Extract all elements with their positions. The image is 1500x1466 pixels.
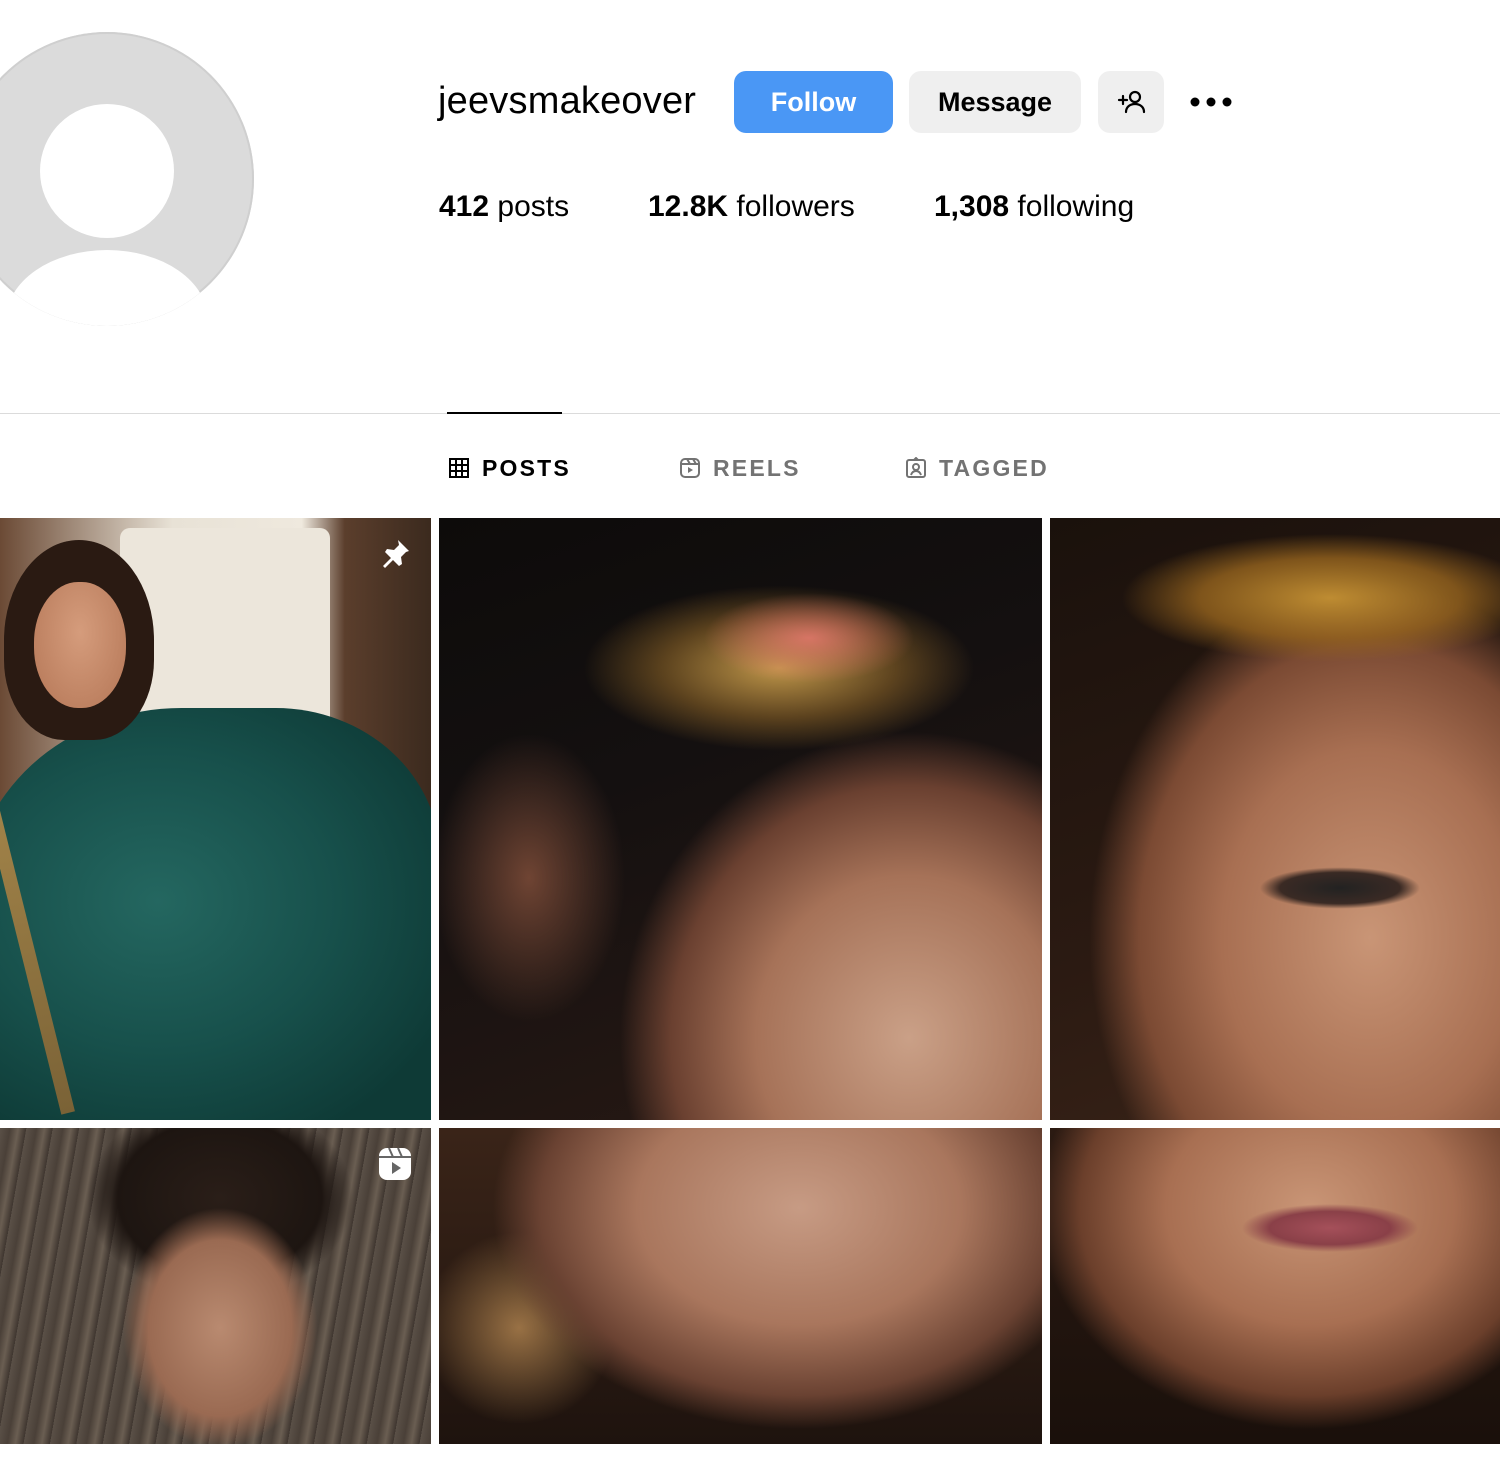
post-tile[interactable] — [439, 1128, 1042, 1444]
grid-icon — [449, 458, 469, 478]
tabs-divider — [0, 413, 1500, 414]
tab-posts[interactable]: POSTS — [448, 452, 571, 484]
following-count: 1,308 — [934, 190, 1010, 223]
photo-saree — [0, 708, 431, 1120]
avatar-head-shape — [40, 104, 174, 238]
tab-reels-label: REELS — [713, 454, 801, 481]
add-person-icon — [1117, 90, 1146, 114]
posts-label: posts — [497, 190, 570, 223]
post-tile[interactable] — [439, 518, 1042, 1120]
posts-stat: 412 posts — [439, 190, 569, 224]
photo-face — [34, 582, 126, 708]
pin-icon — [383, 540, 409, 568]
tagged-icon — [906, 457, 926, 478]
profile-avatar[interactable] — [0, 32, 254, 326]
tab-posts-label: POSTS — [482, 454, 571, 481]
message-button[interactable]: Message — [909, 71, 1081, 133]
reel-tile[interactable] — [0, 1128, 431, 1444]
followers-count: 12.8K — [648, 190, 729, 223]
post-tile[interactable] — [1050, 518, 1500, 1120]
tab-reels[interactable]: REELS — [679, 452, 801, 484]
post-tile-pinned[interactable] — [0, 518, 431, 1120]
active-tab-indicator — [447, 412, 562, 414]
followers-label: followers — [736, 190, 855, 223]
more-icon — [1190, 97, 1232, 107]
follow-button[interactable]: Follow — [734, 71, 893, 133]
reel-icon — [379, 1147, 411, 1180]
followers-stat[interactable]: 12.8K followers — [648, 190, 855, 224]
following-label: following — [1017, 190, 1135, 223]
profile-username: jeevsmakeover — [438, 80, 697, 122]
following-stat[interactable]: 1,308 following — [934, 190, 1134, 224]
reels-icon — [680, 458, 700, 478]
tab-tagged-label: TAGGED — [939, 454, 1049, 481]
posts-count: 412 — [439, 190, 490, 223]
tab-tagged[interactable]: TAGGED — [905, 452, 1049, 484]
more-options-button[interactable] — [1186, 82, 1236, 122]
suggested-accounts-button[interactable] — [1098, 71, 1164, 133]
avatar-body-shape — [6, 250, 208, 326]
post-tile[interactable] — [1050, 1128, 1500, 1444]
